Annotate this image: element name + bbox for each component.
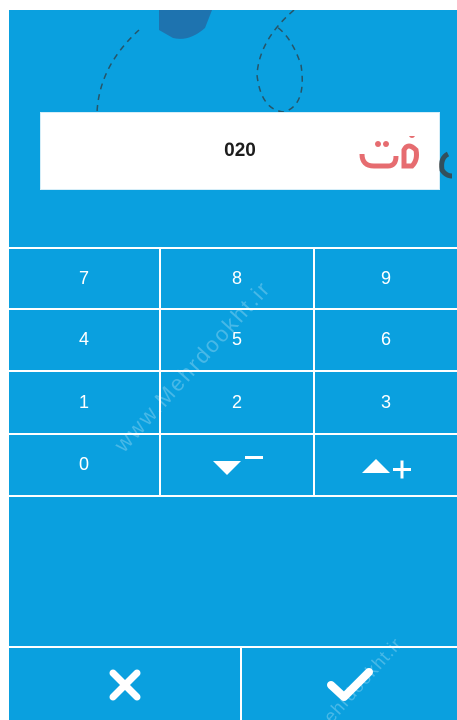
key-label: 6 bbox=[380, 329, 391, 350]
key-6[interactable]: 6 bbox=[315, 310, 457, 372]
key-label: 4 bbox=[78, 329, 89, 350]
up-arrow-plus-icon bbox=[362, 458, 411, 479]
key-label: 1 bbox=[78, 391, 89, 412]
key-label: 9 bbox=[380, 267, 391, 288]
key-label: 0 bbox=[79, 454, 90, 475]
display-value: 020 bbox=[224, 140, 256, 161]
decrement-button[interactable] bbox=[161, 434, 315, 497]
key-3[interactable]: 3 bbox=[315, 372, 457, 435]
key-9[interactable]: 9 bbox=[315, 247, 457, 310]
key-label: 3 bbox=[380, 391, 391, 412]
down-arrow-minus-icon bbox=[213, 455, 263, 475]
x-icon bbox=[109, 669, 140, 701]
cancel-button[interactable] bbox=[9, 648, 242, 720]
key-label: 7 bbox=[78, 267, 89, 288]
key-4[interactable]: 4 bbox=[9, 309, 161, 372]
key-7[interactable]: 7 bbox=[9, 247, 161, 310]
number-keypad: 7 8 9 4 5 6 1 2 3 0 bbox=[9, 247, 457, 497]
key-label: 2 bbox=[231, 391, 242, 412]
key-label: 8 bbox=[231, 267, 242, 288]
increment-button[interactable] bbox=[315, 435, 457, 497]
keypad-screen: 020 7 8 9 4 5 6 1 2 3 0 www.Mehrdookht.i… bbox=[9, 10, 457, 720]
watermark-logo bbox=[359, 136, 452, 179]
